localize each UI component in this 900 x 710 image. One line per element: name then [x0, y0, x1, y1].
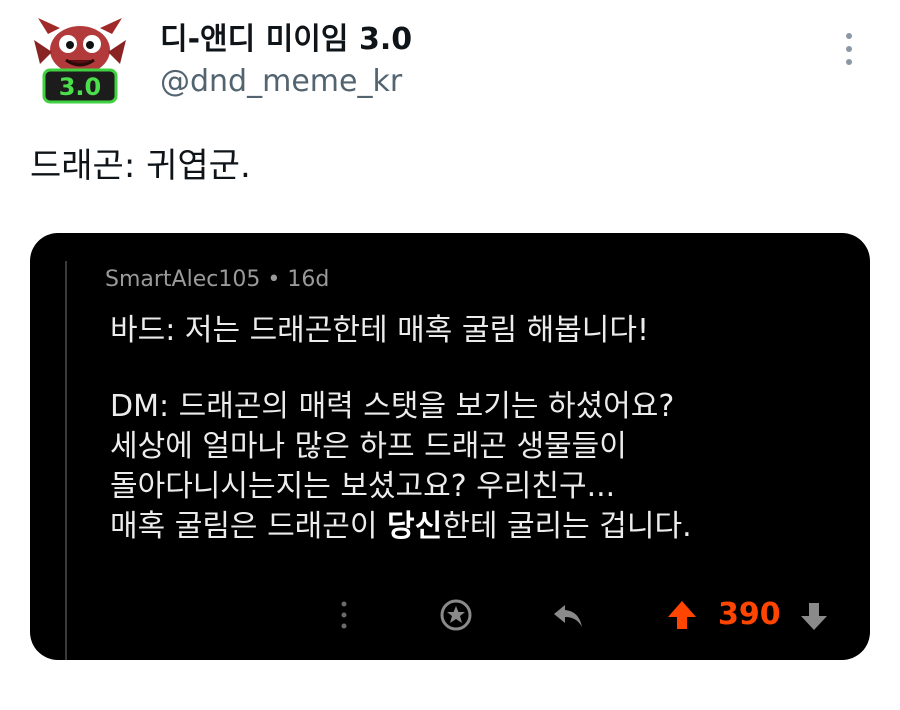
emphasized-word: 당신: [387, 509, 443, 544]
user-handle[interactable]: @dnd_meme_kr: [160, 64, 402, 99]
tweet-text: 드래곤: 귀엽군.: [30, 146, 251, 186]
comment-meta: SmartAlec105 • 16d: [105, 267, 329, 292]
display-name[interactable]: 디-앤디 미이임 3.0: [160, 14, 412, 58]
more-vertical-icon: [846, 33, 852, 65]
comment-line: DM: 드래곤의 매력 스탯을 보기는 하셨어요?: [110, 389, 675, 424]
reddit-comment-image[interactable]: SmartAlec105 • 16d 바드: 저는 드래곤한테 매혹 굴림 해봅…: [30, 233, 870, 660]
award-icon: [440, 599, 472, 631]
comment-text: 한테 굴리는 겁니다.: [442, 509, 692, 544]
thread-line: [65, 261, 67, 660]
comment-line: 돌아다니시는지는 보셨고요? 우리친구...: [110, 469, 616, 504]
upvote-icon: [668, 601, 696, 629]
comment-line: 세상에 얼마나 많은 하프 드래곤 생물들이: [110, 429, 627, 464]
comment-body: 바드: 저는 드래곤한테 매혹 굴림 해봅니다! DM: 드래곤의 매력 스탯을…: [110, 311, 692, 547]
meta-separator: •: [267, 267, 288, 292]
comment-more-button[interactable]: [334, 595, 354, 635]
vote-count: 390: [718, 597, 781, 632]
more-vertical-icon: [341, 601, 347, 629]
comment-age: 16d: [287, 267, 330, 292]
upvote-button[interactable]: [664, 597, 700, 633]
award-button[interactable]: [438, 597, 474, 633]
reply-button[interactable]: [550, 597, 586, 633]
downvote-button[interactable]: [798, 599, 830, 633]
comment-line-last: 매혹 굴림은 드래곤이 당신한테 굴리는 겁니다.: [110, 507, 692, 547]
avatar[interactable]: 3.0: [30, 12, 130, 112]
reply-icon: [554, 605, 582, 627]
comment-author: SmartAlec105: [105, 267, 261, 292]
more-options-button[interactable]: [834, 28, 864, 70]
comment-paragraph-gap: [110, 351, 692, 387]
downvote-icon: [801, 603, 827, 630]
avatar-badge: 3.0: [59, 73, 102, 101]
comment-text: 매혹 굴림은 드래곤이: [110, 509, 388, 544]
comment-line: 바드: 저는 드래곤한테 매혹 굴림 해봅니다!: [110, 313, 650, 348]
avatar-image: 3.0: [34, 18, 126, 104]
